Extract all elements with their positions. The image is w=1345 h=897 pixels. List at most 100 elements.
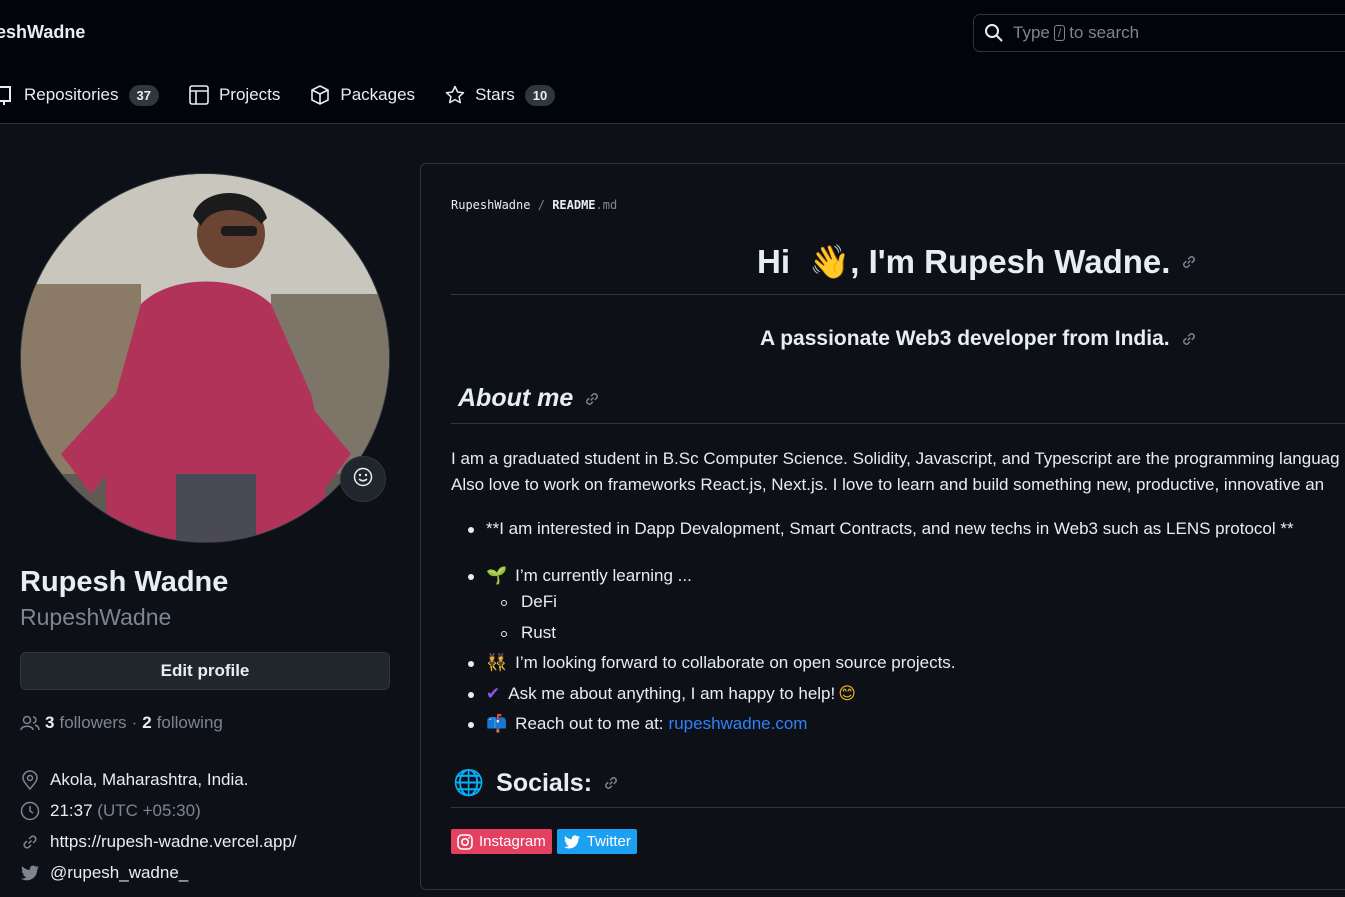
followers-count: 3: [45, 713, 55, 732]
twitter-handle[interactable]: @rupesh_wadne_: [50, 863, 188, 883]
subtitle-text: A passionate Web3 developer from India.: [760, 327, 1170, 350]
sub-bullet-marker: [501, 631, 507, 637]
list-item: **I am interested in Dapp Devalopment, S…: [486, 519, 1294, 539]
readme-owner[interactable]: RupeshWadne: [451, 198, 530, 212]
star-icon: [445, 85, 465, 105]
socials-title: Socials:: [496, 768, 593, 797]
about-title: About me: [458, 384, 574, 412]
about-anchor-link-icon[interactable]: [583, 390, 601, 408]
sub-bullet-marker: [501, 600, 507, 606]
website-link[interactable]: https://rupesh-wadne.vercel.app/: [50, 832, 297, 852]
sub-list-item: DeFi: [521, 592, 557, 612]
bullet-marker: [468, 527, 474, 533]
readme-subtitle: A passionate Web3 developer from India.: [760, 327, 1198, 351]
twitter-icon: [20, 864, 40, 882]
clock-icon: [20, 801, 40, 821]
website-readme-link[interactable]: rupeshwadne.com: [669, 714, 808, 734]
search-icon: [984, 23, 1004, 43]
subtitle-anchor-link-icon[interactable]: [1180, 330, 1198, 348]
heading-pre: Hi: [757, 243, 800, 280]
set-status-button[interactable]: [340, 456, 386, 502]
package-icon: [310, 85, 330, 105]
brand-username[interactable]: eshWadne: [0, 22, 85, 43]
edit-profile-button[interactable]: Edit profile: [20, 652, 390, 690]
repo-icon: [0, 85, 14, 105]
followers-link[interactable]: 3 followers: [45, 713, 127, 733]
local-time: 21:37: [50, 800, 93, 820]
list-item-text: I’m looking forward to collaborate on op…: [515, 653, 956, 672]
about-paragraph: I am a graduated student in B.Sc Compute…: [451, 446, 1340, 498]
list-item: 🌱 I’m currently learning ...: [486, 566, 692, 586]
followers-label: followers: [59, 713, 127, 732]
about-paragraph-line-2: Also love to work on frameworks React.js…: [451, 475, 1325, 494]
seedling-emoji: 🌱: [486, 566, 508, 586]
following-count: 2: [142, 713, 152, 732]
socials-heading: 🌐 Socials:: [453, 768, 620, 798]
list-item-text: **I am interested in Dapp Devalopment, S…: [486, 519, 1294, 538]
vcard-localtime: 21:37 (UTC +05:30): [20, 795, 297, 826]
readme-card: RupeshWadne / README.md Hi 👋 , I'm Rupes…: [420, 163, 1345, 890]
heading-anchor-link-icon[interactable]: [1180, 253, 1198, 271]
vcard-twitter[interactable]: @rupesh_wadne_: [20, 857, 297, 888]
sub-list-item-text: DeFi: [521, 592, 557, 611]
following-label: following: [156, 713, 223, 732]
bullet-marker: [468, 722, 474, 728]
bullet-marker: [468, 692, 474, 698]
instagram-icon: [457, 833, 473, 850]
about-divider: [451, 423, 1345, 424]
waving-hand-emoji: 👋: [809, 242, 851, 281]
timezone: (UTC +05:30): [97, 800, 201, 820]
following-link[interactable]: 2 following: [142, 713, 223, 733]
twitter-badge[interactable]: Twitter: [556, 829, 637, 854]
readme-path-separator: /: [537, 198, 545, 212]
about-paragraph-line-1: I am a graduated student in B.Sc Compute…: [451, 449, 1340, 468]
readme-file: README: [552, 198, 596, 212]
twitter-badge-label: Twitter: [586, 833, 631, 850]
avatar[interactable]: [20, 173, 390, 543]
about-heading: About me: [458, 384, 601, 413]
tab-stars[interactable]: Stars 10: [445, 84, 556, 106]
bullet-marker: [468, 574, 474, 580]
search-shortcut-key: /: [1053, 25, 1066, 41]
vcard-website[interactable]: https://rupesh-wadne.vercel.app/: [20, 826, 297, 857]
bullet-marker: [468, 661, 474, 667]
search-placeholder-post: to search: [1069, 23, 1140, 42]
search-input[interactable]: Type / to search: [973, 14, 1345, 52]
vcard-details: Akola, Maharashtra, India. 21:37 (UTC +0…: [20, 764, 297, 888]
location-icon: [20, 769, 40, 790]
dancers-emoji: 👯: [486, 653, 508, 673]
profile-login: RupeshWadne: [20, 604, 172, 630]
tab-packages[interactable]: Packages: [310, 85, 415, 105]
tab-repositories[interactable]: Repositories 37: [0, 84, 159, 106]
list-item: 👯 I’m looking forward to collaborate on …: [486, 653, 956, 673]
instagram-badge[interactable]: Instagram: [451, 829, 552, 854]
link-icon: [20, 832, 40, 852]
socials-anchor-link-icon[interactable]: [602, 774, 620, 792]
profile-tabs: Repositories 37 Projects Packages Stars …: [0, 76, 585, 114]
list-item: 📫 Reach out to me at: rupeshwadne.com: [486, 714, 807, 734]
smiley-icon: [353, 467, 373, 492]
profile-name: Rupesh Wadne: [20, 566, 229, 598]
list-item-text: Reach out to me at:: [515, 714, 664, 733]
list-item-text: Ask me about anything, I am happy to hel…: [508, 684, 836, 703]
vcard-location: Akola, Maharashtra, India.: [20, 764, 297, 795]
people-icon: [20, 714, 40, 732]
list-item: ✔ Ask me about anything, I am happy to h…: [486, 684, 856, 704]
readme-ext: .md: [595, 198, 618, 212]
repositories-count: 37: [128, 84, 159, 106]
tab-projects[interactable]: Projects: [189, 85, 280, 105]
mailbox-emoji: 📫: [486, 714, 508, 734]
heading-divider: [451, 294, 1345, 295]
top-header: eshWadne Type / to search Repositories 3…: [0, 0, 1345, 124]
tab-packages-label: Packages: [340, 85, 416, 104]
search-placeholder-pre: Type: [1013, 23, 1050, 42]
smiling-face-emoji: 😊: [838, 684, 856, 704]
sub-list-item-text: Rust: [521, 623, 556, 642]
readme-heading: Hi 👋 , I'm Rupesh Wadne.: [757, 242, 1198, 282]
location-text: Akola, Maharashtra, India.: [50, 769, 249, 789]
follow-separator: ·: [131, 713, 138, 732]
social-badges: Instagram Twitter: [451, 829, 642, 854]
globe-emoji: 🌐: [453, 768, 485, 797]
stars-count: 10: [524, 84, 556, 106]
list-item-text: I’m currently learning ...: [515, 566, 692, 585]
